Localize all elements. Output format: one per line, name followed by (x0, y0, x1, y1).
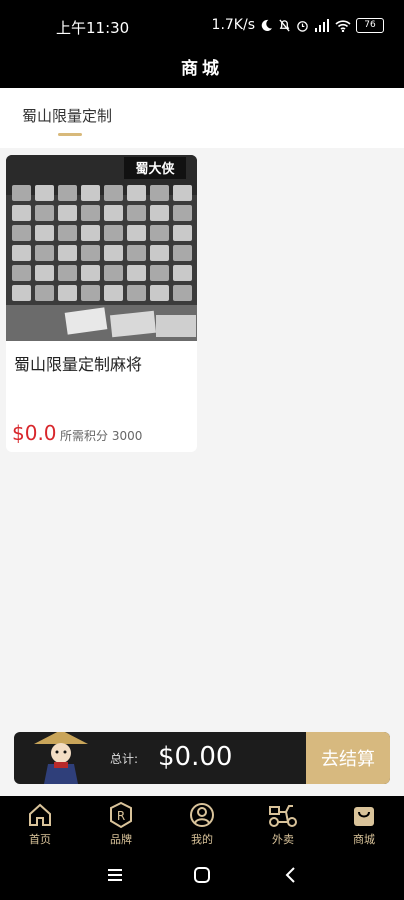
mahjong-tile (150, 185, 169, 201)
brand-icon: R (110, 801, 132, 829)
alarm-icon (296, 19, 309, 32)
nav-delivery-label: 外卖 (272, 833, 294, 846)
mahjong-tile (127, 285, 146, 301)
nav-mall[interactable]: 商城 (324, 796, 404, 852)
tab-shushan-limited[interactable]: 蜀山限量定制 (22, 105, 112, 126)
mahjong-tile (58, 285, 77, 301)
cart-total-label: 总计: (110, 752, 139, 766)
mahjong-tile (150, 225, 169, 241)
nav-home-label: 首页 (29, 833, 51, 846)
network-speed: 1.7K/s (211, 17, 255, 33)
page-title: 商城 (181, 59, 223, 79)
mahjong-tile (81, 245, 100, 261)
back-icon[interactable] (282, 866, 300, 884)
mahjong-tile (35, 185, 54, 201)
profile-icon (190, 803, 214, 827)
mahjong-tile (12, 205, 31, 221)
mahjong-tile (127, 205, 146, 221)
mahjong-tile (150, 285, 169, 301)
wifi-icon (335, 19, 351, 32)
mahjong-tile (104, 245, 123, 261)
battery-level: 76 (364, 19, 376, 30)
mahjong-tile (35, 225, 54, 241)
menu-icon[interactable] (106, 866, 124, 884)
mahjong-tile (104, 225, 123, 241)
battery-icon: 76 (356, 17, 384, 33)
mahjong-tile (173, 205, 192, 221)
checkout-button[interactable]: 去结算 (306, 732, 390, 784)
mahjong-tile (127, 245, 146, 261)
mahjong-tile (58, 225, 77, 241)
product-card[interactable]: 蜀大侠 蜀山限量定制麻将 $0.0 所需积分 3000 (6, 155, 197, 452)
svg-text:R: R (117, 809, 125, 823)
moon-icon (260, 19, 273, 32)
mahjong-tile (127, 225, 146, 241)
product-image: 蜀大侠 (6, 155, 197, 341)
mahjong-tile (58, 265, 77, 281)
product-price: $0.0 (12, 421, 57, 445)
mahjong-tile (81, 225, 100, 241)
mahjong-tile (12, 185, 31, 201)
cart-bar: 总计: $0.00 去结算 (14, 732, 390, 784)
mahjong-tile (35, 285, 54, 301)
category-tabs: 蜀山限量定制 (0, 88, 404, 148)
mahjong-tile (127, 265, 146, 281)
mahjong-tile (12, 225, 31, 241)
mahjong-tile (58, 205, 77, 221)
mahjong-tile (173, 245, 192, 261)
image-caption: 蜀大侠 (135, 161, 175, 177)
mahjong-tile (35, 245, 54, 261)
mahjong-tile (104, 205, 123, 221)
nav-brand[interactable]: R 品牌 (81, 796, 161, 852)
nav-mall-label: 商城 (353, 833, 375, 846)
mahjong-tile (150, 245, 169, 261)
mahjong-tile (81, 285, 100, 301)
mahjong-tile (35, 205, 54, 221)
nav-brand-label: 品牌 (110, 833, 132, 846)
nav-profile[interactable]: 我的 (162, 796, 242, 852)
mahjong-tile (81, 185, 100, 201)
mascot-icon (34, 732, 88, 784)
mahjong-tile (12, 285, 31, 301)
mahjong-tile (58, 185, 77, 201)
mahjong-tile (173, 285, 192, 301)
mahjong-tile (173, 265, 192, 281)
bottom-nav: 首页 R 品牌 我的 外卖 商城 (0, 796, 404, 852)
shopping-bag-icon (354, 807, 374, 826)
product-points: 所需积分 3000 (60, 429, 143, 443)
status-bar: 上午11:30 1.7K/s 76 商城 (0, 0, 404, 88)
mute-bell-icon (278, 19, 291, 32)
mahjong-tile (173, 185, 192, 201)
mahjong-tile (150, 205, 169, 221)
mahjong-tile (35, 265, 54, 281)
mahjong-tile (81, 265, 100, 281)
mahjong-tile (12, 245, 31, 261)
mahjong-tile (104, 265, 123, 281)
home-button-icon[interactable] (193, 866, 211, 884)
mahjong-tile (104, 185, 123, 201)
home-icon (29, 803, 51, 826)
status-icons: 1.7K/s 76 (212, 17, 384, 33)
mahjong-tile (173, 225, 192, 241)
tab-active-indicator (58, 133, 82, 136)
mahjong-tile (58, 245, 77, 261)
cart-total-value: $0.00 (158, 742, 233, 772)
nav-profile-label: 我的 (191, 833, 213, 846)
product-name: 蜀山限量定制麻将 (14, 355, 143, 374)
nav-delivery[interactable]: 外卖 (243, 796, 323, 852)
status-time: 上午11:30 (56, 19, 130, 37)
mahjong-tile (104, 285, 123, 301)
scooter-icon (269, 805, 297, 827)
signal-icon (314, 18, 330, 32)
mahjong-tile (150, 265, 169, 281)
mahjong-tile (127, 185, 146, 201)
nav-home[interactable]: 首页 (0, 796, 80, 852)
mahjong-tile (12, 265, 31, 281)
mahjong-tile (81, 205, 100, 221)
system-nav-bar (0, 852, 404, 900)
